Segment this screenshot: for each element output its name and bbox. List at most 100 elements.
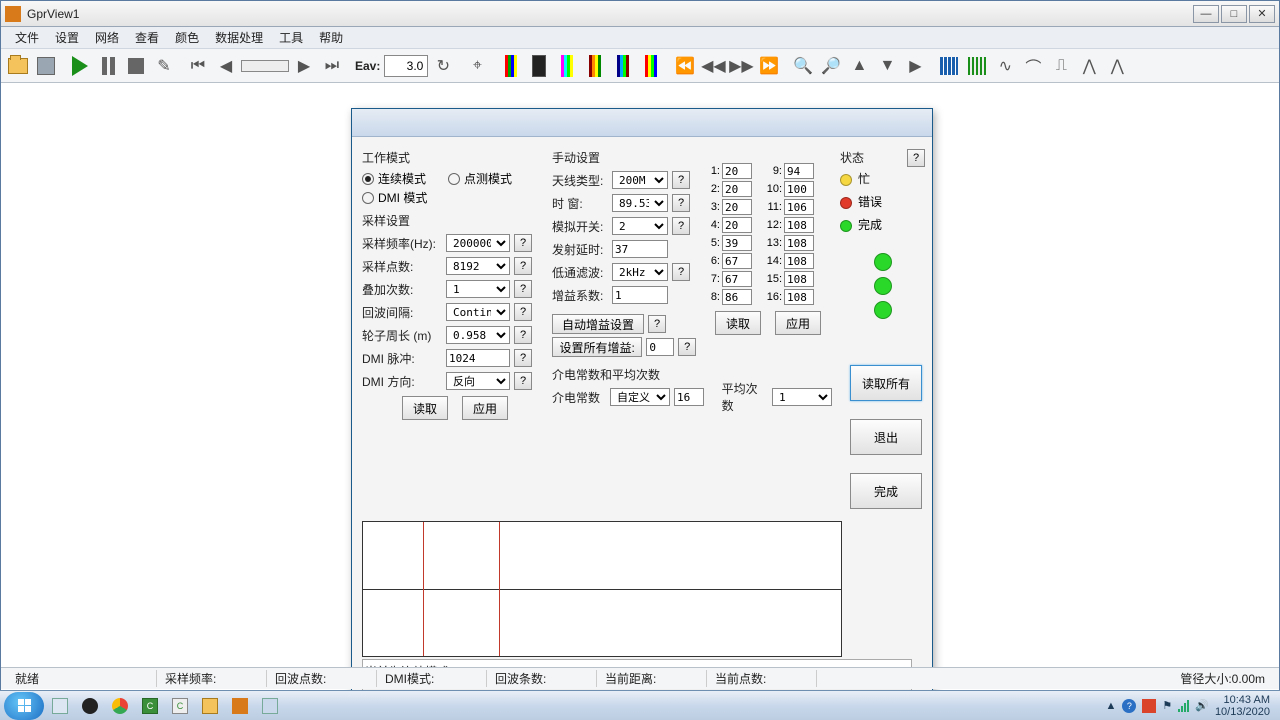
const-select[interactable]: 自定义...: [610, 388, 670, 406]
help-button[interactable]: ?: [672, 263, 690, 281]
pause-button[interactable]: [95, 53, 121, 79]
help-button[interactable]: ?: [514, 326, 532, 344]
setgain-button[interactable]: 设置所有增益:: [552, 337, 642, 357]
signal-icon[interactable]: [1178, 700, 1189, 712]
start-button[interactable]: [4, 692, 44, 720]
analog-select[interactable]: 2: [612, 217, 668, 235]
setgain-input[interactable]: [646, 338, 674, 356]
wave1-button[interactable]: ∿: [992, 53, 1018, 79]
palette-5[interactable]: [610, 53, 636, 79]
autogain-button[interactable]: 自动增益设置: [552, 314, 644, 334]
num-1-input[interactable]: [722, 163, 752, 179]
palette-2[interactable]: [526, 53, 552, 79]
palette-1[interactable]: [498, 53, 524, 79]
gain-input[interactable]: [612, 286, 668, 304]
num-6-input[interactable]: [722, 253, 752, 269]
zoom-out-button[interactable]: 🔎: [818, 53, 844, 79]
waveform-canvas[interactable]: [362, 521, 842, 657]
sampling-apply-button[interactable]: 应用: [462, 396, 508, 420]
flag-icon[interactable]: ⚑: [1162, 699, 1172, 712]
taskbar-qq[interactable]: [76, 694, 104, 718]
next-button[interactable]: ▶: [291, 53, 317, 79]
num-5-input[interactable]: [722, 235, 752, 251]
menu-settings[interactable]: 设置: [47, 27, 87, 48]
palette-3[interactable]: [554, 53, 580, 79]
help-button[interactable]: ?: [648, 315, 666, 333]
ant-select[interactable]: 200M: [612, 171, 668, 189]
eav-input[interactable]: [384, 55, 428, 77]
num-12-input[interactable]: [784, 217, 814, 233]
sampling-read-button[interactable]: 读取: [402, 396, 448, 420]
radio-continuous[interactable]: 连续模式: [362, 170, 426, 187]
volume-icon[interactable]: 🔊: [1195, 699, 1209, 712]
play2-button[interactable]: ▶: [902, 53, 928, 79]
help-button[interactable]: ?: [514, 303, 532, 321]
grid1-button[interactable]: [936, 53, 962, 79]
wave3-button[interactable]: ⎍: [1048, 53, 1074, 79]
tool-a-button[interactable]: ⌖: [464, 53, 490, 79]
maximize-button[interactable]: □: [1221, 5, 1247, 23]
close-button[interactable]: ✕: [1249, 5, 1275, 23]
num-11-input[interactable]: [784, 199, 814, 215]
taskbar-app1[interactable]: C: [136, 694, 164, 718]
window-select[interactable]: 89.53: [612, 194, 668, 212]
system-tray[interactable]: ▲ ? ⚑ 🔊 10:43 AM 10/13/2020: [1105, 694, 1276, 718]
taskbar-app4[interactable]: [256, 694, 284, 718]
menu-file[interactable]: 文件: [7, 27, 47, 48]
help-button[interactable]: ?: [672, 194, 690, 212]
up-button[interactable]: ▲: [846, 53, 872, 79]
pulse-input[interactable]: [446, 349, 510, 367]
play-button[interactable]: [67, 53, 93, 79]
points-select[interactable]: 8192: [446, 257, 510, 275]
menu-data[interactable]: 数据处理: [207, 27, 271, 48]
lowpass-select[interactable]: 2kHz: [612, 263, 668, 281]
open-button[interactable]: [5, 53, 31, 79]
menu-network[interactable]: 网络: [87, 27, 127, 48]
num-13-input[interactable]: [784, 235, 814, 251]
menu-view[interactable]: 查看: [127, 27, 167, 48]
menu-help[interactable]: 帮助: [311, 27, 351, 48]
refresh-button[interactable]: ↻: [430, 53, 456, 79]
rate-select[interactable]: 200000: [446, 234, 510, 252]
help-button[interactable]: ?: [514, 349, 532, 367]
num-4-input[interactable]: [722, 217, 752, 233]
wheel-select[interactable]: 0.958: [446, 326, 510, 344]
num-14-input[interactable]: [784, 253, 814, 269]
dir-select[interactable]: 反向: [446, 372, 510, 390]
down-button[interactable]: ▼: [874, 53, 900, 79]
finish-button[interactable]: 完成: [850, 473, 922, 509]
num-10-input[interactable]: [784, 181, 814, 197]
fwd-fast-button[interactable]: ⏩: [756, 53, 782, 79]
taskbar-app2[interactable]: C: [166, 694, 194, 718]
prev-button[interactable]: ◀: [213, 53, 239, 79]
help-tray-icon[interactable]: ?: [1122, 699, 1136, 713]
help-button[interactable]: ?: [514, 257, 532, 275]
numbers-read-button[interactable]: 读取: [715, 311, 761, 335]
num-3-input[interactable]: [722, 199, 752, 215]
stack-select[interactable]: 1: [446, 280, 510, 298]
palette-4[interactable]: [582, 53, 608, 79]
help-button[interactable]: ?: [672, 217, 690, 235]
wave4-button[interactable]: ⋀: [1076, 53, 1102, 79]
exit-button[interactable]: 退出: [850, 419, 922, 455]
wave2-button[interactable]: ⌒: [1020, 53, 1046, 79]
taskbar[interactable]: C C ▲ ? ⚑ 🔊 10:43 AM 10/13/2020: [0, 690, 1280, 720]
rew-fast-button[interactable]: ⏪: [672, 53, 698, 79]
fwd-button[interactable]: ▶▶: [728, 53, 754, 79]
numbers-apply-button[interactable]: 应用: [775, 311, 821, 335]
num-2-input[interactable]: [722, 181, 752, 197]
num-9-input[interactable]: [784, 163, 814, 179]
taskbar-app3[interactable]: [226, 694, 254, 718]
shield-icon[interactable]: [1142, 699, 1156, 713]
taskbar-explorer[interactable]: [46, 694, 74, 718]
last-button[interactable]: ⏭: [319, 53, 345, 79]
interval-select[interactable]: Continue: [446, 303, 510, 321]
tray-arrow-icon[interactable]: ▲: [1105, 700, 1116, 712]
help-button[interactable]: ?: [678, 338, 696, 356]
num-7-input[interactable]: [722, 271, 752, 287]
num-15-input[interactable]: [784, 271, 814, 287]
num-8-input[interactable]: [722, 289, 752, 305]
menu-color[interactable]: 颜色: [167, 27, 207, 48]
stop-button[interactable]: [123, 53, 149, 79]
save-button[interactable]: [33, 53, 59, 79]
